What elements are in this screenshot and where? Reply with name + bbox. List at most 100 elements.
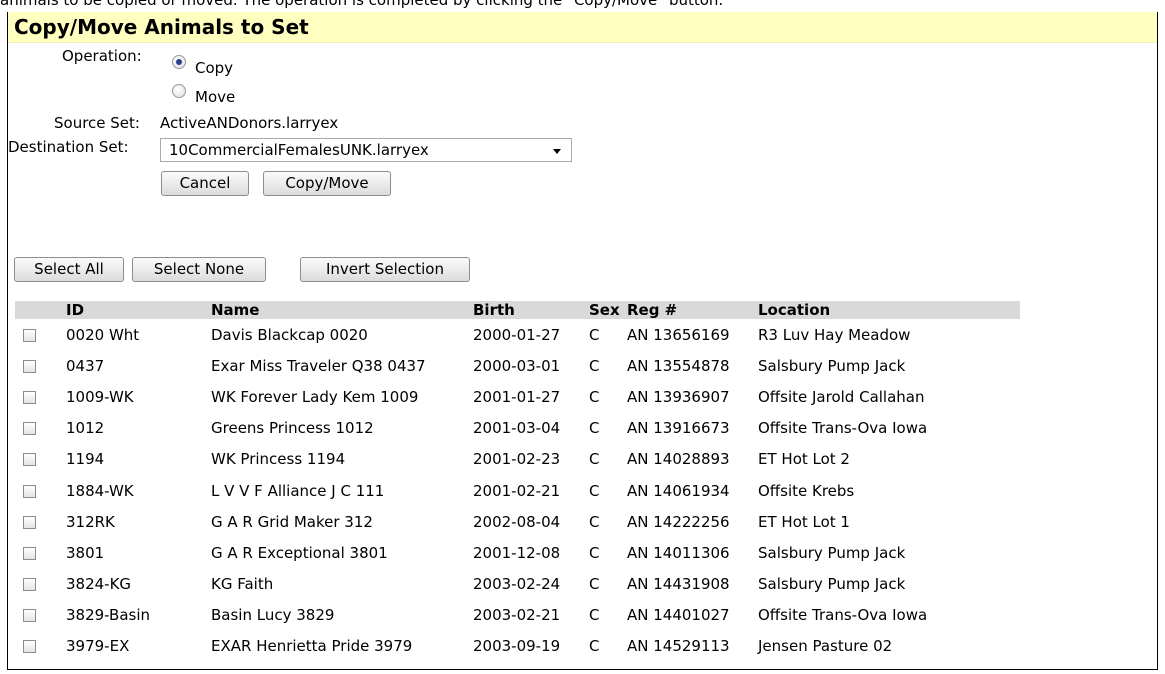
cell-reg: AN 13554878 [627, 356, 730, 375]
cell-reg: AN 14028893 [627, 450, 730, 469]
cell-location: ET Hot Lot 2 [758, 450, 850, 469]
cell-id: 1884-WK [66, 481, 134, 500]
table-row: 3824-KG KG Faith 2003-02-24 C AN 1443190… [15, 569, 1020, 600]
cell-sex: C [589, 575, 600, 594]
top-caption: animals to be copied or moved. The opera… [0, 0, 724, 9]
table-row: 1012 Greens Princess 1012 2001-03-04 C A… [15, 413, 1020, 444]
radio-copy[interactable] [172, 55, 186, 69]
cell-location: Offsite Krebs [758, 481, 855, 500]
row-checkbox[interactable] [23, 390, 36, 404]
row-checkbox[interactable] [23, 515, 36, 529]
cell-birth: 2003-09-19 [473, 637, 561, 656]
cell-id: 3801 [66, 543, 105, 562]
cell-reg: AN 13916673 [627, 419, 730, 438]
cell-sex: C [589, 481, 600, 500]
table-row: 3979-EX EXAR Henrietta Pride 3979 2003-0… [15, 631, 1020, 662]
cell-reg: AN 14061934 [627, 481, 730, 500]
cell-birth: 2001-12-08 [473, 543, 561, 562]
cell-id: 312RK [66, 512, 115, 531]
row-checkbox[interactable] [23, 546, 36, 560]
header-select [15, 301, 66, 319]
cell-reg: AN 14011306 [627, 543, 730, 562]
destination-set-label: Destination Set: [8, 138, 129, 156]
cell-name: WK Forever Lady Kem 1009 [211, 387, 419, 406]
row-checkbox[interactable] [23, 484, 36, 498]
invert-selection-button[interactable]: Invert Selection [300, 257, 470, 282]
cell-id: 3829-Basin [66, 606, 151, 625]
cell-birth: 2000-03-01 [473, 356, 561, 375]
cell-sex: C [589, 387, 600, 406]
table-row: 312RK G A R Grid Maker 312 2002-08-04 C … [15, 506, 1020, 537]
table-header-row: ID Name Birth Sex Reg # Location [15, 301, 1020, 319]
cell-name: Davis Blackcap 0020 [211, 325, 368, 344]
cell-location: Salsbury Pump Jack [758, 356, 906, 375]
cell-name: KG Faith [211, 575, 274, 594]
row-checkbox[interactable] [23, 578, 36, 592]
row-checkbox[interactable] [23, 609, 36, 623]
panel-header: Copy/Move Animals to Set [8, 12, 1157, 43]
table-row: 1884-WK L V V F Alliance J C 111 2001-02… [15, 475, 1020, 506]
cell-id: 1194 [66, 450, 105, 469]
chevron-down-icon [553, 149, 561, 154]
cell-birth: 2001-02-23 [473, 450, 561, 469]
cancel-button[interactable]: Cancel [161, 171, 249, 196]
cell-location: Offsite Trans-Ova Iowa [758, 419, 928, 438]
cell-sex: C [589, 606, 600, 625]
cell-name: Greens Princess 1012 [211, 419, 374, 438]
copy-move-panel: Copy/Move Animals to Set Operation: Copy… [7, 12, 1158, 670]
cell-reg: AN 13936907 [627, 387, 730, 406]
cell-id: 1012 [66, 419, 105, 438]
radio-copy-label[interactable]: Copy [195, 59, 233, 77]
table-row: 0437 Exar Miss Traveler Q38 0437 2000-03… [15, 350, 1020, 381]
cell-reg: AN 14401027 [627, 606, 730, 625]
cell-id: 0437 [66, 356, 105, 375]
select-none-button[interactable]: Select None [132, 257, 266, 282]
cell-name: Basin Lucy 3829 [211, 606, 335, 625]
radio-move-label[interactable]: Move [195, 88, 235, 106]
cell-birth: 2001-02-21 [473, 481, 561, 500]
destination-set-select[interactable]: 10CommercialFemalesUNK.larryex [160, 138, 572, 162]
header-id: ID [66, 301, 211, 319]
cell-reg: AN 13656169 [627, 325, 730, 344]
cell-sex: C [589, 419, 600, 438]
row-checkbox[interactable] [23, 422, 36, 436]
cell-name: G A R Exceptional 3801 [211, 543, 388, 562]
animals-table: ID Name Birth Sex Reg # Location 0020 Wh… [15, 301, 1020, 662]
cell-name: Exar Miss Traveler Q38 0437 [211, 356, 426, 375]
page-title: Copy/Move Animals to Set [14, 15, 309, 39]
cell-name: G A R Grid Maker 312 [211, 512, 373, 531]
header-birth: Birth [473, 301, 589, 319]
radio-move[interactable] [172, 84, 186, 98]
cell-birth: 2000-01-27 [473, 325, 561, 344]
cell-sex: C [589, 637, 600, 656]
table-row: 3801 G A R Exceptional 3801 2001-12-08 C… [15, 537, 1020, 568]
table-row: 0020 Wht Davis Blackcap 0020 2000-01-27 … [15, 319, 1020, 350]
table-row: 3829-Basin Basin Lucy 3829 2003-02-21 C … [15, 600, 1020, 631]
select-all-button[interactable]: Select All [14, 257, 124, 282]
cell-location: R3 Luv Hay Meadow [758, 325, 911, 344]
header-name: Name [211, 301, 473, 319]
cell-location: ET Hot Lot 1 [758, 512, 850, 531]
row-checkbox[interactable] [23, 453, 36, 467]
cell-sex: C [589, 325, 600, 344]
destination-set-value: 10CommercialFemalesUNK.larryex [169, 141, 429, 159]
cell-reg: AN 14222256 [627, 512, 730, 531]
source-set-value: ActiveANDonors.larryex [160, 114, 339, 132]
cell-sex: C [589, 356, 600, 375]
cell-name: WK Princess 1194 [211, 450, 346, 469]
cell-sex: C [589, 543, 600, 562]
cell-birth: 2003-02-21 [473, 606, 561, 625]
cell-sex: C [589, 450, 600, 469]
cell-id: 3979-EX [66, 637, 130, 656]
row-checkbox[interactable] [23, 359, 36, 373]
copy-move-button[interactable]: Copy/Move [263, 171, 391, 196]
row-checkbox[interactable] [23, 640, 36, 654]
row-checkbox[interactable] [23, 328, 36, 342]
cell-name: L V V F Alliance J C 111 [211, 481, 385, 500]
cell-id: 1009-WK [66, 387, 134, 406]
cell-birth: 2003-02-24 [473, 575, 561, 594]
cell-location: Offsite Jarold Callahan [758, 387, 925, 406]
cell-location: Offsite Trans-Ova Iowa [758, 606, 928, 625]
cell-location: Salsbury Pump Jack [758, 575, 906, 594]
cell-id: 0020 Wht [66, 325, 140, 344]
